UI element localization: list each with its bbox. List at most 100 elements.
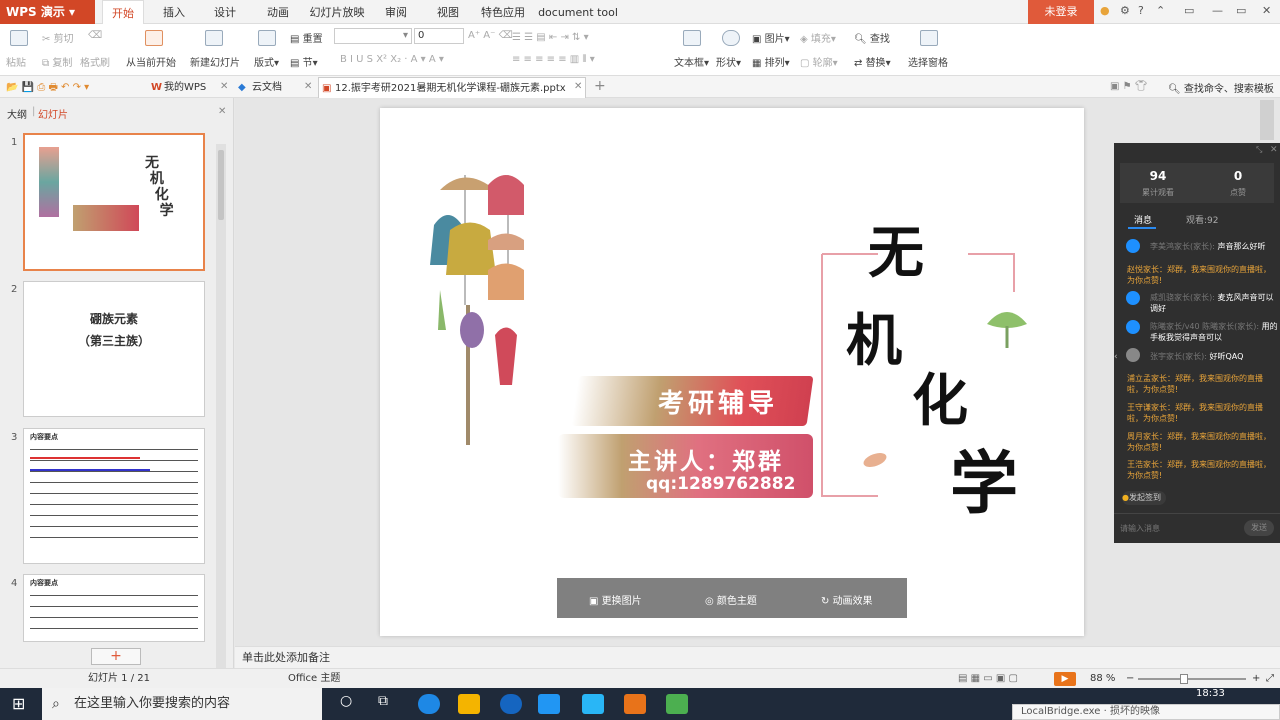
close-tab-icon[interactable]: ✕ <box>574 81 582 92</box>
grow-font-icon[interactable]: A⁺ A⁻ ⌫ <box>468 30 513 41</box>
slide-thumbnail-2[interactable]: 硼族元素 （第三主族） <box>23 281 205 417</box>
eraser-icon[interactable]: ⌫ <box>88 30 102 41</box>
chevron-up-icon[interactable]: ⌃ <box>1156 4 1165 17</box>
scrollbar-thumb[interactable] <box>218 150 224 220</box>
change-picture-button[interactable]: ▣ 更换图片 <box>589 592 642 607</box>
command-search[interactable]: 🔍︎ 查找命令、搜索模板 <box>1168 80 1274 95</box>
collapse-panel-icon[interactable]: ‹ <box>1114 352 1118 362</box>
tab-slides[interactable]: 幻灯片 <box>38 106 68 121</box>
tab-home[interactable]: 开始 <box>102 0 144 25</box>
new-tab-icon[interactable]: + <box>594 78 606 94</box>
slide-thumbnail-4[interactable]: 内容要点 <box>23 574 205 642</box>
msg-text: 好听QAQ <box>1209 352 1244 361</box>
wps-presentation-icon[interactable] <box>624 694 646 714</box>
tab-special[interactable]: 特色应用 <box>476 0 530 24</box>
pin-icon[interactable]: ⤡ <box>1256 145 1262 155</box>
format-painter-button[interactable]: 格式刷 <box>80 54 110 69</box>
close-tab-icon[interactable]: ✕ <box>220 81 228 92</box>
chat-input-bar: 请输入消息 发送 <box>1114 513 1280 543</box>
align-icons[interactable]: ≡ ≡ ≡ ≡ ≡ ▥ ⫴ ▾ <box>512 54 595 65</box>
workspace-scrollbar[interactable] <box>1260 100 1274 140</box>
taskbar-search[interactable]: ⌕ 在这里输入你要搜索的内容 <box>42 688 322 720</box>
ribbon: 粘贴 ✂ 剪切 ⌫ ⧉ 复制 格式刷 从当前开始 新建幻灯片 版式▾ ▤ 重置 … <box>0 24 1280 76</box>
new-slide-button[interactable]: 新建幻灯片 <box>190 54 240 69</box>
tab-document-tool[interactable]: document tool <box>538 0 618 24</box>
slide-thumbnail-1[interactable]: 无 机 化 学 <box>23 133 205 271</box>
notes-area[interactable]: 单击此处添加备注 <box>235 646 1280 668</box>
tab-slideshow[interactable]: 幻灯片放映 <box>306 0 368 24</box>
close-tab-icon[interactable]: ✕ <box>304 81 312 92</box>
font-style-icons[interactable]: B I U S X² X₂ · A ▾ A ▾ <box>340 54 444 65</box>
tab-animation[interactable]: 动画 <box>258 0 298 24</box>
toolbar-icons[interactable]: ▣ ⚑ 👕︎ <box>1110 81 1147 92</box>
zoom-slider-thumb[interactable] <box>1180 674 1188 684</box>
slide-thumbnail-3[interactable]: 内容要点 <box>23 428 205 564</box>
app-menu-button[interactable]: WPS 演示 ▾ <box>0 0 95 24</box>
tab-document[interactable]: ▣ 12.振宇考研2021暑期无机化学课程-硼族元素.pptx <box>318 77 586 98</box>
help-icon[interactable]: ? <box>1138 4 1144 17</box>
signin-button[interactable]: ●发起签到 <box>1122 491 1166 505</box>
fill-button[interactable]: ◈ 填充▾ <box>800 30 836 45</box>
app-k-icon[interactable] <box>500 694 522 714</box>
outline-button[interactable]: ▢ 轮廓▾ <box>800 54 838 69</box>
close-panel-icon[interactable]: ✕ <box>1270 145 1278 155</box>
reset-button[interactable]: ▤ 重置 <box>290 30 323 45</box>
app-calendar-icon[interactable] <box>582 694 604 714</box>
arrange-button[interactable]: ▦ 排列▾ <box>752 54 790 69</box>
send-button[interactable]: 发送 <box>1244 520 1274 536</box>
play-slideshow-button[interactable]: ▶ <box>1054 672 1076 686</box>
fit-window-button[interactable]: ⤢ <box>1266 669 1274 689</box>
view-buttons[interactable]: ▤ ▦ ▭ ▣ ▢ <box>958 669 1018 689</box>
add-slide-button[interactable]: + <box>91 648 141 665</box>
layout-button[interactable]: 版式▾ <box>254 54 279 69</box>
pane-scrollbar[interactable] <box>216 144 226 690</box>
tab-viewers[interactable]: 观看:92 <box>1186 213 1219 226</box>
replace-button[interactable]: ⇄ 替换▾ <box>854 54 891 69</box>
file-explorer-icon[interactable] <box>458 694 480 714</box>
from-current-button[interactable]: 从当前开始 <box>126 54 176 69</box>
zoom-out-button[interactable]: − <box>1126 669 1134 689</box>
browser-icon[interactable] <box>418 694 440 714</box>
quick-access-icons[interactable]: 📂 💾 ⎙ 🖶 ↶ ↷ ▾ <box>6 80 89 97</box>
close-icon[interactable]: ✕ <box>1262 4 1271 17</box>
restore-ribbon-icon[interactable]: ▭ <box>1184 4 1194 17</box>
tab-review[interactable]: 审阅 <box>378 0 414 24</box>
chat-input[interactable]: 请输入消息 <box>1120 523 1160 534</box>
paste-icon[interactable] <box>10 30 28 46</box>
zoom-slider[interactable] <box>1138 678 1246 680</box>
copy-button[interactable]: ⧉ 复制 <box>42 54 72 69</box>
cortana-icon[interactable]: ○ <box>340 693 352 709</box>
maximize-icon[interactable]: ▭ <box>1236 4 1246 17</box>
tab-messages[interactable]: 消息 <box>1134 213 1152 226</box>
paste-button[interactable]: 粘贴 <box>6 54 26 69</box>
tab-outline[interactable]: 大纲 <box>7 106 27 121</box>
close-pane-icon[interactable]: ✕ <box>218 106 226 117</box>
tab-cloud-docs[interactable]: ◆ 云文档 <box>236 77 312 98</box>
tab-view[interactable]: 视图 <box>430 0 466 24</box>
skin-icon[interactable]: ● <box>1100 4 1110 17</box>
windows-start-icon[interactable]: ⊞ <box>12 694 25 713</box>
color-theme-button[interactable]: ◎ 颜色主题 <box>705 592 757 607</box>
font-size-select[interactable]: 0 <box>414 28 464 44</box>
tab-design[interactable]: 设计 <box>207 0 243 24</box>
divider: | <box>32 106 36 117</box>
app-feishu-icon[interactable] <box>538 694 560 714</box>
cut-button[interactable]: ✂ 剪切 <box>42 30 74 45</box>
shape-button[interactable]: 形状▾ <box>716 54 741 69</box>
minimize-icon[interactable]: — <box>1212 4 1223 17</box>
section-button[interactable]: ▤ 节▾ <box>290 54 318 69</box>
app-spreadsheet-icon[interactable] <box>666 694 688 714</box>
cut-label: 剪切 <box>53 34 74 45</box>
textbox-button[interactable]: 文本框▾ <box>674 54 709 69</box>
zoom-in-button[interactable]: + <box>1252 669 1260 689</box>
list-icons[interactable]: ☰ ☰ ▤ ⇤ ⇥ ⇅ ▾ <box>512 32 589 43</box>
picture-button[interactable]: ▣ 图片▾ <box>752 30 790 45</box>
animation-effect-button[interactable]: ↻ 动画效果 <box>821 592 873 607</box>
font-name-select[interactable]: ▾ <box>334 28 412 44</box>
select-pane-button[interactable]: 选择窗格 <box>908 54 948 69</box>
find-button[interactable]: 🔍︎ 查找 <box>854 30 890 45</box>
task-view-icon[interactable]: ⧉ <box>378 693 388 709</box>
tab-insert[interactable]: 插入 <box>156 0 192 24</box>
login-button[interactable]: 未登录 <box>1028 0 1094 24</box>
settings-icon[interactable]: ⚙ <box>1120 4 1130 17</box>
